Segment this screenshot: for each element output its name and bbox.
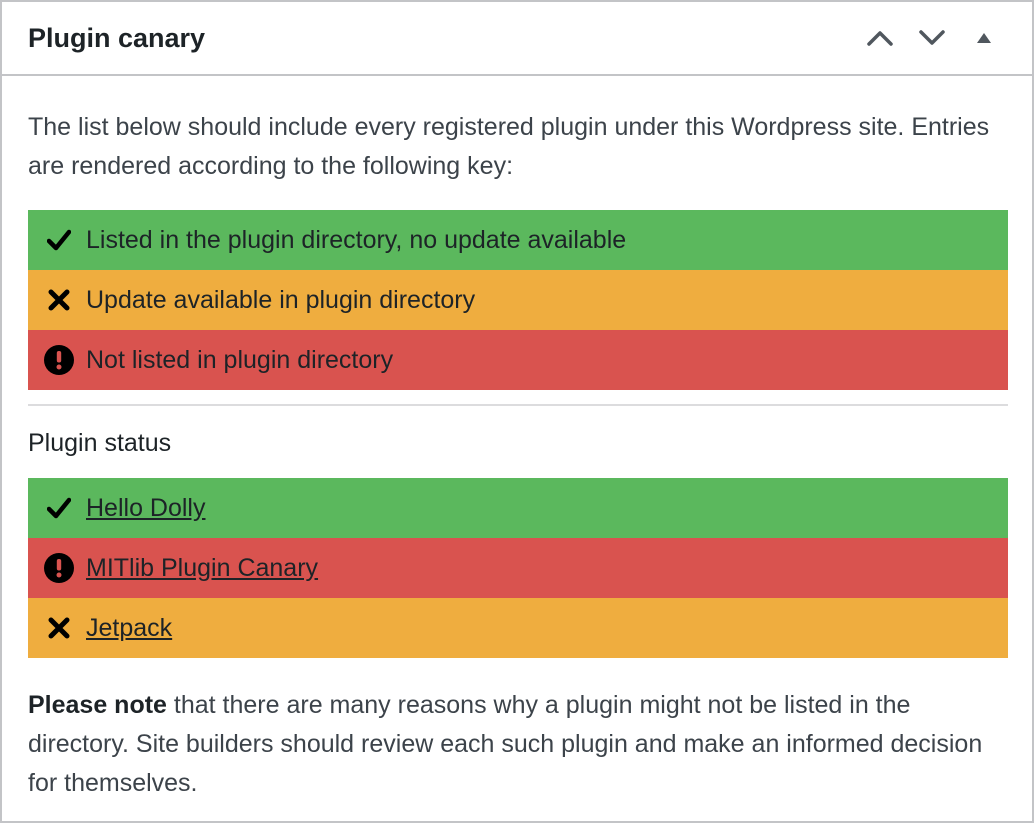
move-down-button[interactable] xyxy=(908,14,956,62)
exclamation-icon xyxy=(44,345,74,375)
plugin-status-list: Hello Dolly MITlib Plugin Canary Jetpack xyxy=(28,478,1008,658)
key-item-notlisted: Not listed in plugin directory xyxy=(28,330,1008,390)
chevron-down-icon xyxy=(919,30,945,45)
toggle-panel-button[interactable] xyxy=(960,14,1008,62)
panel-body: The list below should include every regi… xyxy=(2,108,1032,803)
key-list: Listed in the plugin directory, no updat… xyxy=(28,210,1008,390)
panel-header: Plugin canary xyxy=(2,2,1032,76)
plugin-link[interactable]: MITlib Plugin Canary xyxy=(86,554,318,583)
divider xyxy=(28,404,1008,406)
intro-text: The list below should include every regi… xyxy=(28,113,990,180)
note-rest: that there are many reasons why a plugin… xyxy=(28,691,983,797)
key-item-label: Listed in the plugin directory, no updat… xyxy=(86,225,627,254)
x-icon xyxy=(44,613,74,643)
move-up-button[interactable] xyxy=(856,14,904,62)
plugin-link[interactable]: Jetpack xyxy=(86,614,172,643)
note-bold: Please note xyxy=(28,691,167,719)
header-actions xyxy=(856,14,1008,62)
exclamation-icon xyxy=(44,553,74,583)
plugin-row-mitlib-plugin-canary: MITlib Plugin Canary xyxy=(28,538,1008,598)
x-icon xyxy=(44,285,74,315)
key-item-label: Not listed in plugin directory xyxy=(86,345,394,374)
plugin-row-jetpack: Jetpack xyxy=(28,598,1008,658)
checkmark-icon xyxy=(44,225,74,255)
plugin-canary-panel: Plugin canary The list below should incl… xyxy=(0,0,1034,823)
plugin-row-hello-dolly: Hello Dolly xyxy=(28,478,1008,538)
note-text: Please note that there are many reasons … xyxy=(28,686,1008,803)
triangle-up-icon xyxy=(977,33,991,43)
plugin-status-heading: Plugin status xyxy=(28,429,172,457)
plugin-link[interactable]: Hello Dolly xyxy=(86,494,205,523)
key-item-ok: Listed in the plugin directory, no updat… xyxy=(28,210,1008,270)
panel-title: Plugin canary xyxy=(28,22,206,53)
chevron-up-icon xyxy=(867,31,893,46)
key-item-update: Update available in plugin directory xyxy=(28,270,1008,330)
key-item-label: Update available in plugin directory xyxy=(86,285,476,314)
checkmark-icon xyxy=(44,493,74,523)
